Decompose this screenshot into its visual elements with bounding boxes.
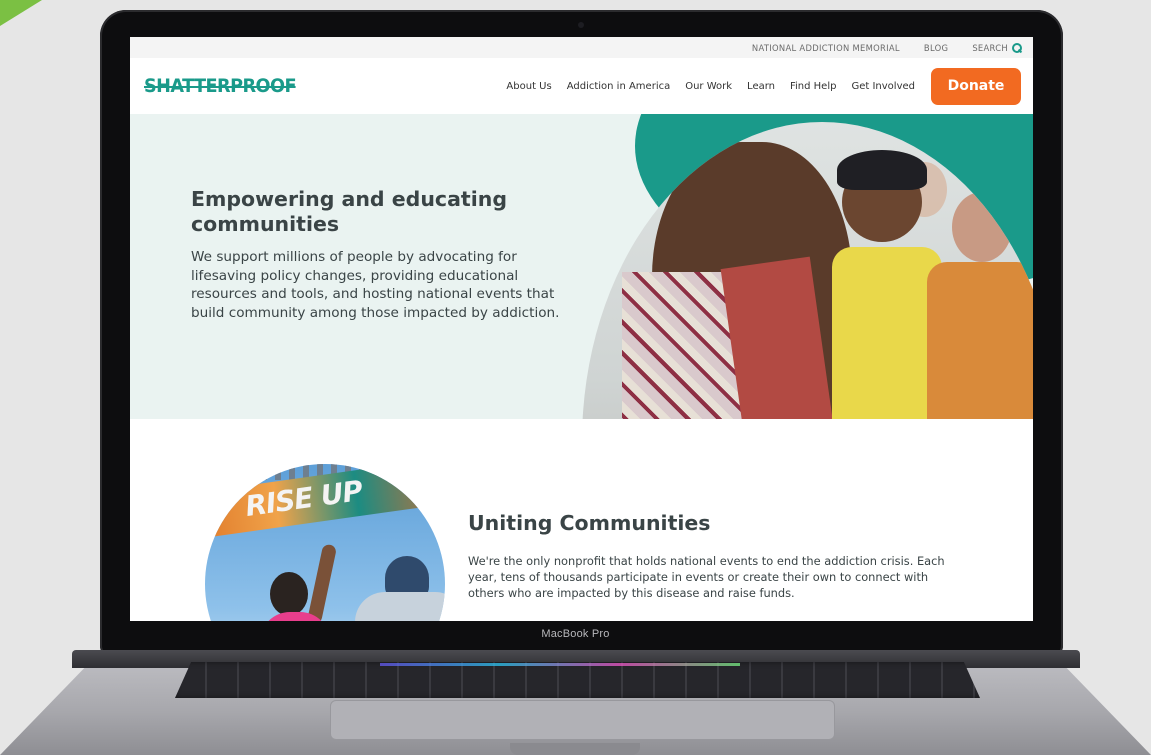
older-woman-face <box>952 192 1012 262</box>
search-icon <box>1012 43 1022 53</box>
yellow-shirt <box>832 247 942 419</box>
donate-button[interactable]: Donate <box>931 67 1021 105</box>
hero-title: Empowering and educating communities <box>191 187 507 236</box>
section-body: We're the only nonprofit that holds nati… <box>468 554 945 600</box>
orange-shirt <box>927 262 1033 419</box>
utility-bar: NATIONAL ADDICTION MEMORIAL BLOG SEARCH <box>130 37 1033 58</box>
raised-arms <box>306 543 338 621</box>
rally-photo: RISE UP <box>205 464 445 621</box>
nav-find-help[interactable]: Find Help <box>790 81 836 92</box>
section-title: Uniting Communities <box>468 511 711 535</box>
trackpad <box>330 700 835 740</box>
nav-links: About Us Addiction in America Our Work L… <box>506 81 915 92</box>
hero-body: We support millions of people by advocat… <box>191 249 560 321</box>
person-a-head <box>270 572 308 616</box>
turban <box>837 150 927 190</box>
search-link[interactable]: SEARCH <box>972 42 1022 53</box>
camera-icon <box>578 22 584 28</box>
device-label: MacBook Pro <box>541 628 610 640</box>
nav-learn[interactable]: Learn <box>747 81 775 92</box>
uniting-section: RISE UP Uniting Communities We're the on… <box>130 419 1033 621</box>
blog-link[interactable]: BLOG <box>924 43 948 53</box>
nav-about-us[interactable]: About Us <box>506 81 551 92</box>
browser-screen: NATIONAL ADDICTION MEMORIAL BLOG SEARCH … <box>130 37 1033 621</box>
nav-get-involved[interactable]: Get Involved <box>851 81 915 92</box>
person-b <box>355 592 445 621</box>
nav-addiction-in-america[interactable]: Addiction in America <box>567 81 671 92</box>
hero-section: Empowering and educating communities We … <box>130 114 1033 419</box>
logo[interactable]: SHATTERPROOF <box>144 75 297 97</box>
search-label: SEARCH <box>972 42 1008 53</box>
memorial-link[interactable]: NATIONAL ADDICTION MEMORIAL <box>752 43 900 53</box>
main-navigation: SHATTERPROOF About Us Addiction in Ameri… <box>130 58 1033 114</box>
touch-bar <box>380 663 740 666</box>
corner-accent <box>0 0 42 26</box>
keyboard <box>175 662 980 698</box>
base-notch <box>510 743 640 755</box>
nav-our-work[interactable]: Our Work <box>685 81 732 92</box>
